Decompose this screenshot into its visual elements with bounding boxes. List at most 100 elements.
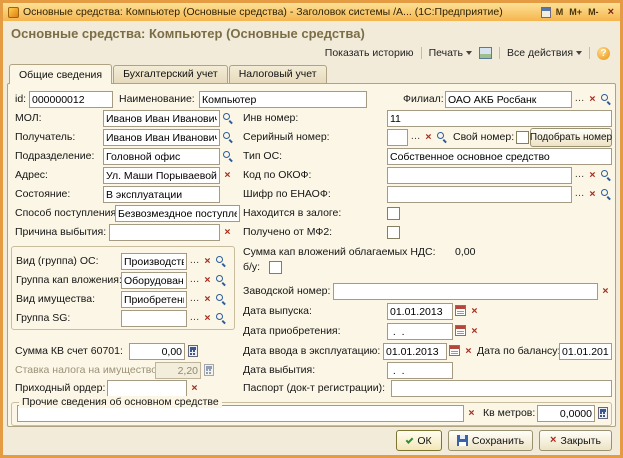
receipt-method-input[interactable] (115, 205, 240, 222)
serial-clear-button[interactable]: × (422, 129, 435, 146)
address-input[interactable] (103, 167, 220, 184)
tab-accounting[interactable]: Бухгалтерский учет (113, 65, 228, 83)
property-kind-open-button[interactable] (214, 291, 227, 308)
save-label: Сохранить (472, 435, 524, 447)
enaof-input[interactable] (387, 186, 572, 203)
property-kind-input[interactable] (121, 291, 187, 308)
window-close-button[interactable]: × (607, 6, 615, 18)
tab-general[interactable]: Общие сведения (9, 64, 112, 84)
factory-number-input[interactable] (333, 283, 598, 300)
form-command-bar: Показать историю Печать Все действия ? (325, 45, 610, 61)
memory-m-plus-button[interactable]: М+ (568, 7, 583, 17)
picture-icon[interactable] (479, 47, 492, 59)
serial-select-button[interactable]: … (409, 129, 422, 146)
commissioning-date-clear-button[interactable]: × (462, 343, 475, 360)
receiver-open-button[interactable] (221, 129, 234, 146)
os-kind-open-button[interactable] (214, 253, 227, 270)
retirement-date-input[interactable] (387, 362, 453, 379)
passport-input[interactable] (391, 380, 612, 397)
branch-clear-button[interactable]: × (586, 91, 599, 108)
okof-open-button[interactable] (599, 167, 612, 184)
all-actions-button[interactable]: Все действия (507, 47, 582, 59)
capex-group-input[interactable] (121, 272, 187, 289)
property-tax-rate-input (155, 362, 201, 379)
release-date-label: Дата выпуска: (243, 303, 312, 320)
help-button[interactable]: ? (597, 47, 610, 60)
os-kind-input[interactable] (121, 253, 187, 270)
print-button[interactable]: Печать (429, 47, 472, 59)
release-date-calendar-button[interactable] (454, 303, 467, 320)
enaof-select-button[interactable]: … (573, 186, 586, 203)
used-checkbox[interactable] (269, 261, 282, 274)
release-date-input[interactable] (387, 303, 453, 320)
receipt-order-clear-button[interactable]: × (188, 380, 201, 397)
release-date-clear-button[interactable]: × (468, 303, 481, 320)
serial-open-button[interactable] (435, 129, 448, 146)
okof-select-button[interactable]: … (573, 167, 586, 184)
factory-number-clear-button[interactable]: × (599, 283, 612, 300)
capex-group-clear-button[interactable]: × (201, 272, 214, 289)
receiver-input[interactable] (103, 129, 220, 146)
okof-input[interactable] (387, 167, 572, 184)
property-kind-clear-button[interactable]: × (201, 291, 214, 308)
other-info-clear-button[interactable]: × (465, 405, 478, 422)
calculator-icon[interactable] (541, 7, 551, 18)
retirement-reason-clear-button[interactable]: × (221, 224, 234, 241)
enaof-open-button[interactable] (599, 186, 612, 203)
id-input[interactable] (29, 91, 113, 108)
close-button[interactable]: × Закрыть (539, 430, 612, 451)
department-input[interactable] (103, 148, 220, 165)
purchase-date-clear-button[interactable]: × (468, 323, 481, 340)
kv-sum-calc-button[interactable] (186, 343, 199, 360)
property-kind-select-button[interactable]: … (188, 291, 201, 308)
name-input[interactable] (199, 91, 367, 108)
tab-tax[interactable]: Налоговый учет (229, 65, 327, 83)
mol-open-button[interactable] (221, 110, 234, 127)
group-sg-select-button[interactable]: … (188, 310, 201, 327)
branch-open-button[interactable] (599, 91, 612, 108)
close-label: Закрыть (560, 435, 600, 447)
enaof-clear-button[interactable]: × (586, 186, 599, 203)
purchase-date-calendar-button[interactable] (454, 323, 467, 340)
os-kind-select-button[interactable]: … (188, 253, 201, 270)
inv-number-input[interactable] (387, 110, 612, 127)
ok-button[interactable]: ОК (396, 430, 442, 451)
serial-number-input[interactable] (387, 129, 408, 146)
sq-meters-input[interactable] (537, 405, 595, 422)
balance-date-input[interactable] (559, 343, 612, 360)
calendar-icon (455, 305, 466, 316)
capex-group-open-button[interactable] (214, 272, 227, 289)
save-button[interactable]: Сохранить (448, 430, 533, 451)
okof-clear-button[interactable]: × (586, 167, 599, 184)
capex-group-select-button[interactable]: … (188, 272, 201, 289)
kv-sum-input[interactable] (129, 343, 185, 360)
pledged-checkbox[interactable] (387, 207, 400, 220)
pick-number-button[interactable]: Подобрать номер (530, 128, 612, 147)
retirement-reason-input[interactable] (109, 224, 220, 241)
branch-select-button[interactable]: … (573, 91, 586, 108)
address-clear-button[interactable]: × (221, 167, 234, 184)
department-open-button[interactable] (221, 148, 234, 165)
state-input[interactable] (103, 186, 220, 203)
purchase-date-input[interactable] (387, 323, 453, 340)
commissioning-date-input[interactable] (383, 343, 447, 360)
branch-label: Филиал: (403, 91, 444, 108)
mol-input[interactable] (103, 110, 220, 127)
show-history-button[interactable]: Показать историю (325, 47, 414, 59)
ok-label: ОК (417, 435, 431, 447)
os-kind-clear-button[interactable]: × (201, 253, 214, 270)
show-history-label: Показать историю (325, 47, 414, 59)
memory-m-button[interactable]: М (555, 7, 565, 17)
os-type-input[interactable] (387, 148, 612, 165)
own-number-checkbox[interactable] (516, 131, 529, 144)
received-mf2-checkbox[interactable] (387, 226, 400, 239)
commissioning-date-calendar-button[interactable] (448, 343, 461, 360)
group-sg-input[interactable] (121, 310, 187, 327)
branch-input[interactable] (445, 91, 572, 108)
group-sg-clear-button[interactable]: × (201, 310, 214, 327)
memory-m-minus-button[interactable]: М- (587, 7, 600, 17)
property-tax-rate-calc-button (202, 362, 215, 379)
group-sg-open-button[interactable] (214, 310, 227, 327)
receipt-order-input[interactable] (107, 380, 187, 397)
sq-meters-calc-button[interactable] (596, 405, 609, 422)
